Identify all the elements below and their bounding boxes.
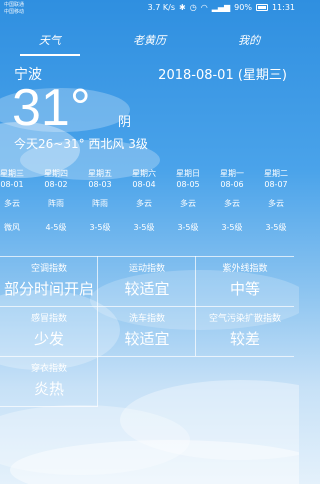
forecast-strip[interactable]: 星期三 08-01 多云 微风 星期四 08-02 阵雨 4-5级 星期五 08… — [0, 169, 299, 245]
index-title: 紫外线指数 — [222, 264, 268, 274]
today-summary: 今天26~31° 西北风 3级 — [14, 137, 148, 151]
index-cell-air[interactable]: 空气污染扩散指数 较差 — [196, 306, 294, 356]
index-cell-sport[interactable]: 运动指数 较适宜 — [98, 256, 196, 306]
forecast-weekday: 星期四 — [44, 169, 68, 178]
tab-almanac[interactable]: 老黄历 — [100, 30, 200, 58]
forecast-day: 星期一 08-06 多云 3-5级 — [210, 169, 254, 245]
forecast-weather: 阵雨 — [48, 199, 64, 208]
current-date: 2018-08-01 (星期三) — [158, 68, 287, 83]
forecast-weather: 多云 — [224, 199, 240, 208]
forecast-date: 08-03 — [88, 180, 112, 189]
index-value: 少发 — [33, 330, 64, 348]
alarm-icon: ◷ — [189, 3, 197, 12]
forecast-weather: 多云 — [136, 199, 152, 208]
forecast-weather: 多云 — [268, 199, 284, 208]
index-cell-clothing[interactable]: 穿衣指数 炎热 — [0, 356, 98, 406]
forecast-date: 08-04 — [132, 180, 156, 189]
wifi-icon: ◠ — [200, 3, 208, 12]
forecast-weekday: 星期三 — [0, 169, 24, 178]
index-value: 部分时间开启 — [3, 280, 94, 298]
forecast-date: 08-05 — [176, 180, 200, 189]
forecast-weather: 多云 — [4, 199, 20, 208]
index-title: 洗车指数 — [128, 314, 165, 324]
forecast-day: 星期三 08-01 多云 微风 — [0, 169, 34, 245]
forecast-day: 星期六 08-04 多云 3-5级 — [122, 169, 166, 245]
forecast-wind: 3-5级 — [89, 223, 111, 232]
forecast-wind: 3-5级 — [265, 223, 287, 232]
grid-divider — [0, 406, 98, 407]
index-value: 较适宜 — [124, 280, 170, 298]
index-value: 较差 — [229, 330, 260, 348]
index-value: 炎热 — [33, 380, 64, 398]
bluetooth-icon: ✱ — [179, 3, 186, 12]
forecast-day: 星期五 08-03 阵雨 3-5级 — [78, 169, 122, 245]
forecast-wind: 微风 — [4, 223, 20, 232]
index-cell-ac[interactable]: 空调指数 部分时间开启 — [0, 256, 98, 306]
index-cell-uv[interactable]: 紫外线指数 中等 — [196, 256, 294, 306]
forecast-wind: 3-5级 — [221, 223, 243, 232]
forecast-date: 08-02 — [44, 180, 68, 189]
index-value: 较适宜 — [124, 330, 170, 348]
battery-percent: 90% — [234, 3, 252, 12]
signal-icon: ▂▄▆ — [211, 3, 231, 12]
index-title: 运动指数 — [128, 264, 165, 274]
forecast-wind: 3-5级 — [177, 223, 199, 232]
forecast-weekday: 星期六 — [132, 169, 156, 178]
forecast-weekday: 星期日 — [176, 169, 200, 178]
clock: 11:31 — [271, 3, 295, 12]
current-condition: 阴 — [118, 115, 132, 130]
forecast-weekday: 星期二 — [264, 169, 288, 178]
index-title: 感冒指数 — [30, 314, 67, 324]
forecast-date: 08-07 — [264, 180, 288, 189]
status-bar: 中国联通 中国移动 3.7 K/s ✱ ◷ ◠ ▂▄▆ 90% 11:31 — [0, 0, 299, 20]
top-tabs: 天气 老黄历 我的 — [0, 30, 299, 58]
tab-weather[interactable]: 天气 — [0, 30, 100, 58]
forecast-date: 08-01 — [0, 180, 24, 189]
carrier-info: 中国联通 中国移动 — [4, 2, 24, 16]
forecast-wind: 3-5级 — [133, 223, 155, 232]
forecast-day: 星期二 08-07 多云 3-5级 — [254, 169, 298, 245]
battery-icon — [255, 4, 268, 11]
carrier-line-1: 中国联通 — [4, 2, 25, 8]
network-speed: 3.7 K/s — [147, 3, 176, 12]
index-value: 中等 — [229, 280, 260, 298]
current-temperature: 31° — [12, 79, 91, 137]
forecast-weekday: 星期五 — [88, 169, 112, 178]
forecast-weather: 多云 — [180, 199, 196, 208]
index-title: 空调指数 — [30, 264, 67, 274]
forecast-weather: 阵雨 — [92, 199, 108, 208]
index-title: 空气污染扩散指数 — [208, 314, 281, 324]
index-title: 穿衣指数 — [30, 364, 67, 374]
forecast-date: 08-06 — [220, 180, 244, 189]
forecast-wind: 4-5级 — [45, 223, 67, 232]
index-cell-carwash[interactable]: 洗车指数 较适宜 — [98, 306, 196, 356]
status-right: 3.7 K/s ✱ ◷ ◠ ▂▄▆ 90% 11:31 — [148, 3, 295, 12]
index-cell-cold[interactable]: 感冒指数 少发 — [0, 306, 98, 356]
forecast-day: 星期四 08-02 阵雨 4-5级 — [34, 169, 78, 245]
forecast-day: 星期日 08-05 多云 3-5级 — [166, 169, 210, 245]
tab-mine[interactable]: 我的 — [199, 30, 299, 58]
carrier-line-2: 中国移动 — [4, 9, 25, 15]
forecast-weekday: 星期一 — [220, 169, 244, 178]
